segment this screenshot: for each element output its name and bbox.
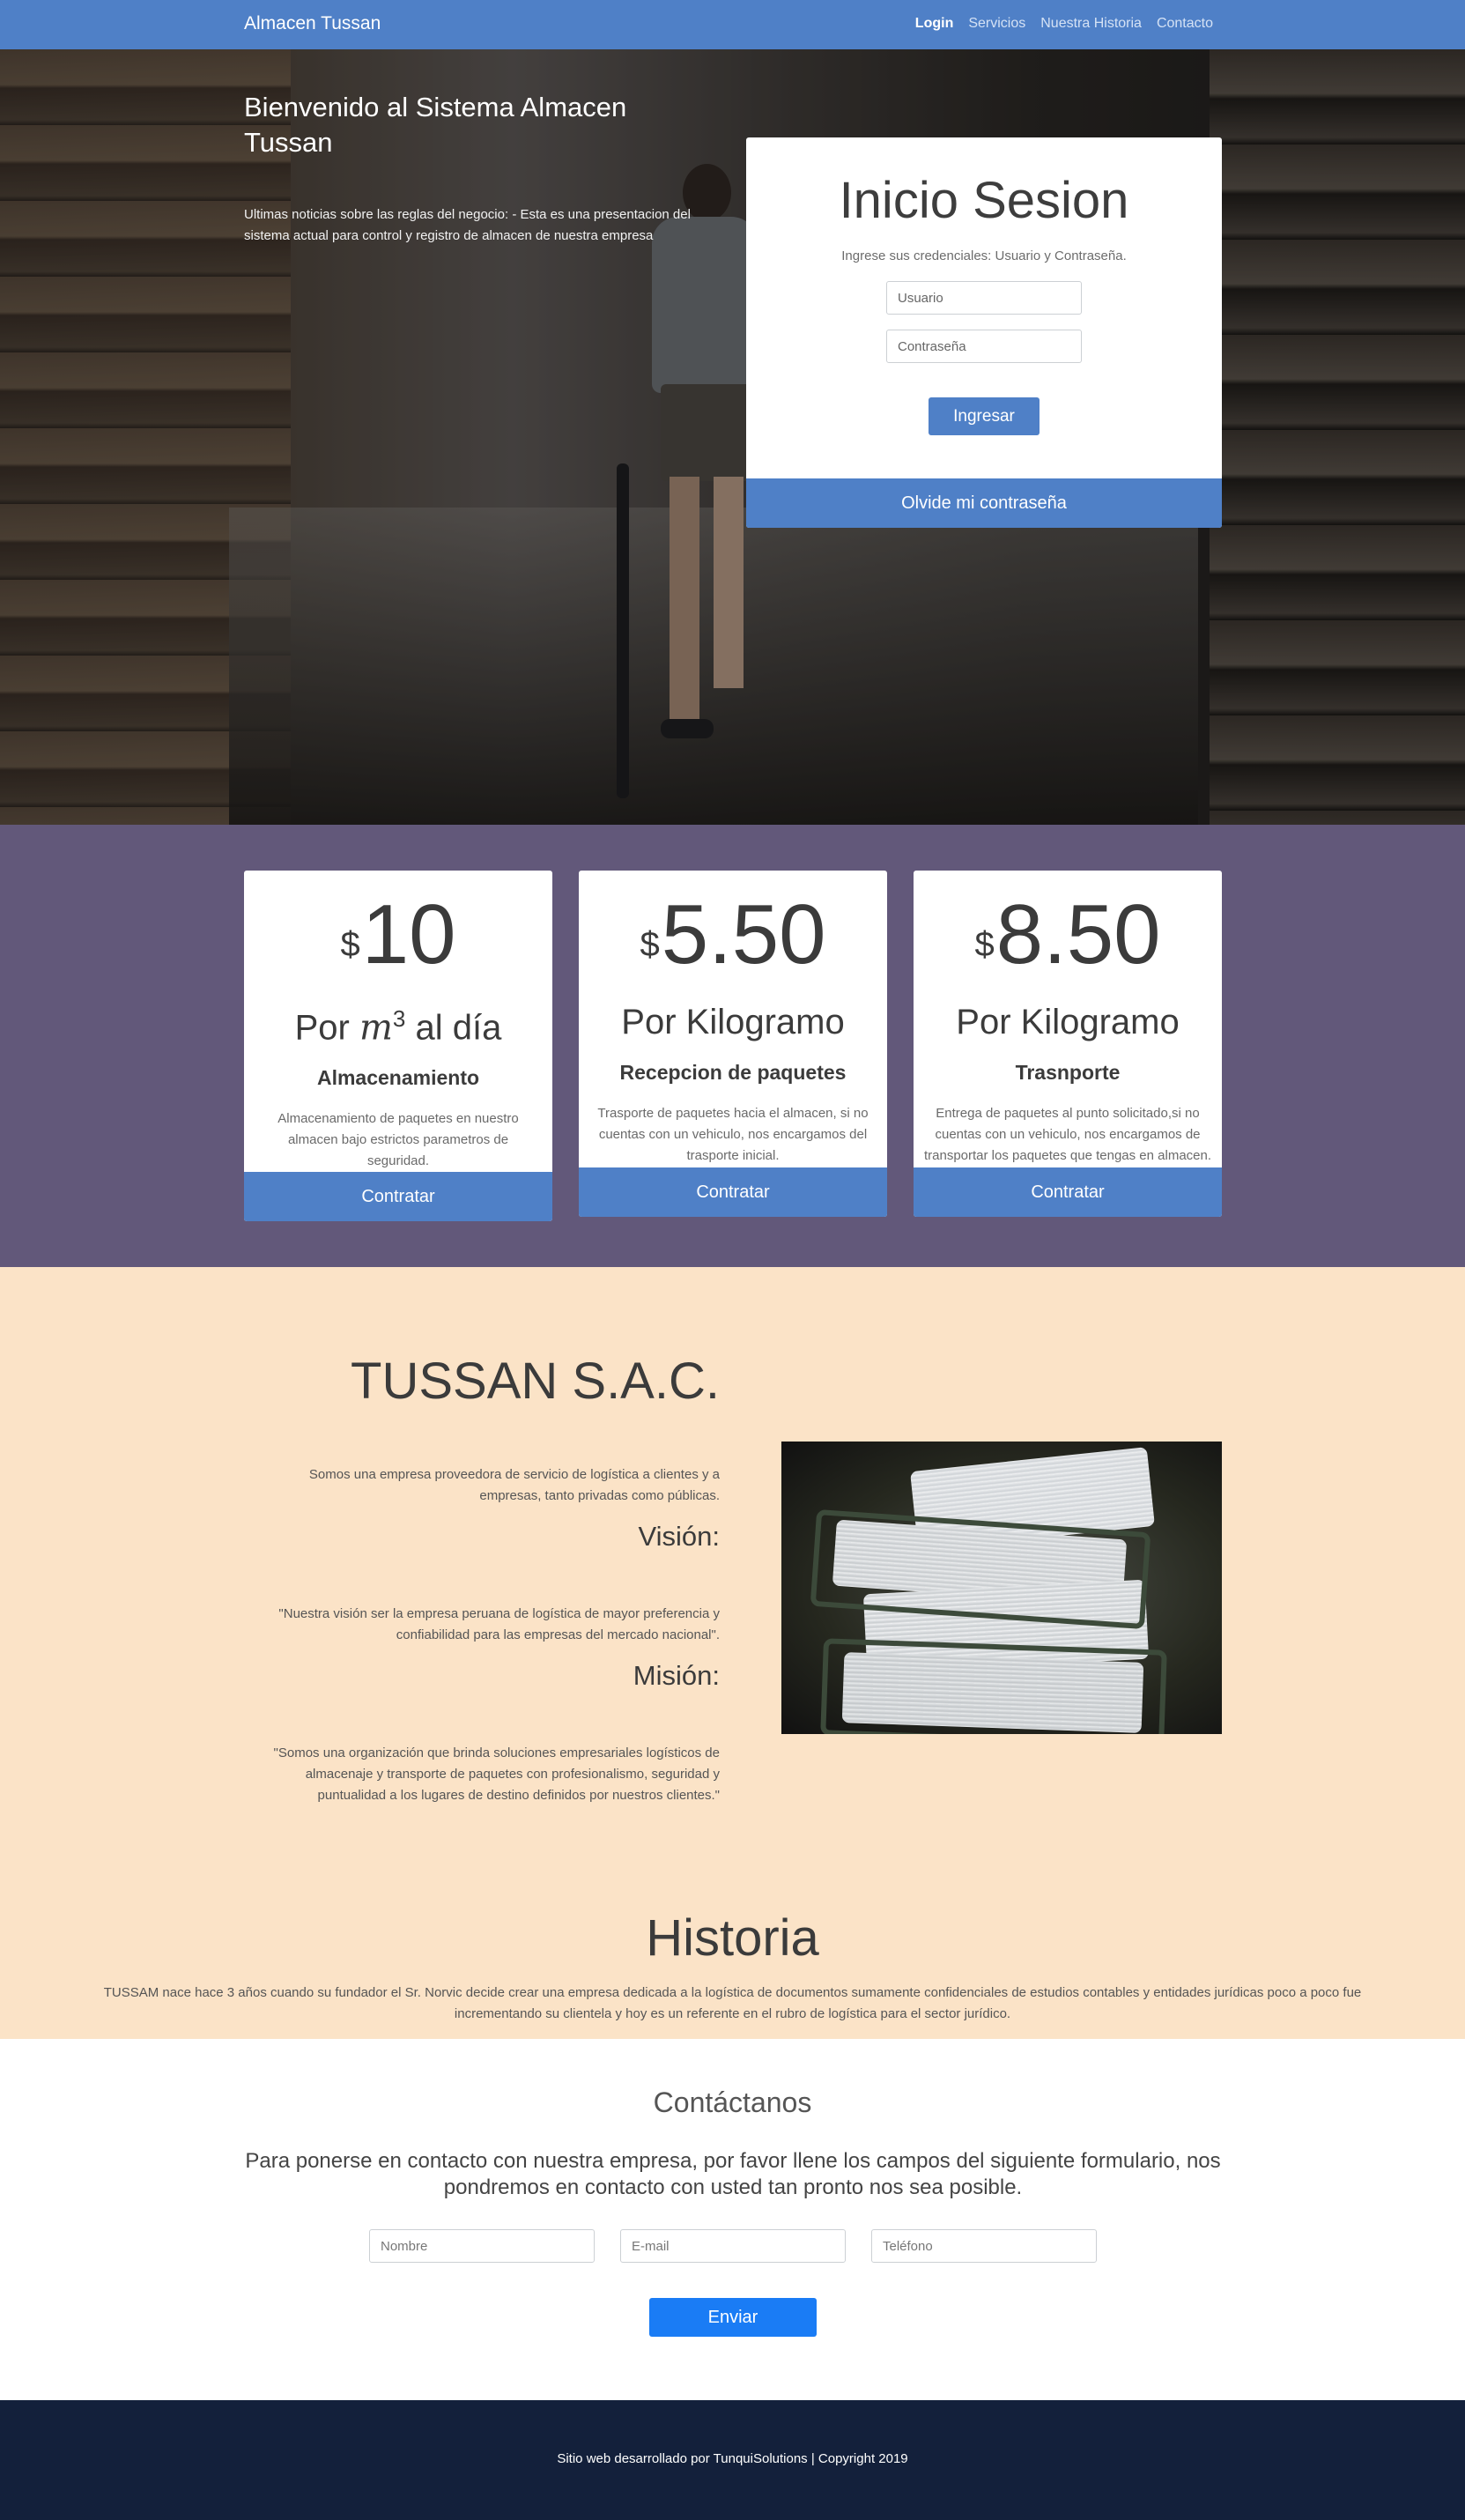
price-unit: Por m3 al día	[294, 1005, 502, 1049]
email-input[interactable]	[620, 2229, 846, 2263]
pricing-card-almacenamiento: $10 Por m3 al día Almacenamiento Almacen…	[244, 871, 552, 1221]
mission-text: "Somos una organización que brinda soluc…	[273, 1745, 720, 1803]
pricing-section: $10 Por m3 al día Almacenamiento Almacen…	[0, 825, 1465, 1267]
price: $8.50	[974, 887, 1161, 982]
binders-image	[781, 1442, 1222, 1734]
footer: Sitio web desarrollado por TunquiSolutio…	[0, 2400, 1465, 2520]
contact-section: Contáctanos Para ponerse en contacto con…	[0, 2039, 1465, 2400]
service-name: Almacenamiento	[316, 1066, 480, 1089]
contact-title: Contáctanos	[653, 2086, 812, 2118]
navbar: Almacen Tussan Login Servicios Nuestra H…	[0, 0, 1465, 49]
price: $10	[340, 887, 456, 982]
price: $5.50	[640, 887, 826, 982]
vision-text: "Nuestra visión ser la empresa peruana d…	[278, 1606, 720, 1642]
hero-news: Ultimas noticias sobre las reglas del ne…	[244, 207, 691, 243]
brand-link[interactable]: Almacen Tussan	[244, 13, 381, 34]
hero-title: Bienvenido al Sistema Almacen Tussan	[244, 92, 627, 158]
contact-text: Para ponerse en contacto con nuestra emp…	[245, 2149, 1221, 2199]
service-description: Entrega de paquetes al punto solicitado,…	[923, 1106, 1212, 1163]
footer-text: Sitio web desarrollado por TunquiSolutio…	[557, 2451, 908, 2466]
pricing-card-transporte: $8.50 Por Kilogramo Trasnporte Entrega d…	[914, 871, 1222, 1217]
nav-link-servicios[interactable]: Servicios	[968, 16, 1025, 32]
forgot-password-button[interactable]: Olvide mi contraseña	[746, 478, 1222, 528]
pricing-card-recepcion: $5.50 Por Kilogramo Recepcion de paquete…	[579, 871, 887, 1217]
password-input[interactable]	[886, 330, 1082, 363]
contratar-button[interactable]: Contratar	[244, 1172, 552, 1221]
about-section: TUSSAN S.A.C. Somos una empresa proveedo…	[0, 1267, 1465, 2039]
nav-link-login[interactable]: Login	[915, 16, 954, 32]
mission-heading: Misión:	[633, 1660, 720, 1691]
nav-link-contacto[interactable]: Contacto	[1157, 16, 1213, 32]
price-unit: Por Kilogramo	[621, 1003, 845, 1041]
username-input[interactable]	[886, 281, 1082, 315]
name-input[interactable]	[369, 2229, 595, 2263]
contratar-button[interactable]: Contratar	[579, 1167, 887, 1217]
login-card: Inicio Sesion Ingrese sus credenciales: …	[746, 137, 1222, 528]
company-intro: Somos una empresa proveedora de servicio…	[308, 1467, 720, 1503]
service-name: Recepcion de paquetes	[619, 1061, 847, 1084]
price-unit: Por Kilogramo	[956, 1003, 1180, 1041]
service-name: Trasnporte	[1015, 1061, 1121, 1084]
service-description: Almacenamiento de paquetes en nuestro al…	[277, 1111, 519, 1168]
vision-heading: Visión:	[638, 1521, 721, 1552]
company-title: TUSSAN S.A.C.	[351, 1353, 720, 1410]
login-button[interactable]: Ingresar	[929, 397, 1040, 435]
contratar-button[interactable]: Contratar	[914, 1167, 1222, 1217]
login-subtitle: Ingrese sus credenciales: Usuario y Cont…	[841, 248, 1127, 263]
nav-link-historia[interactable]: Nuestra Historia	[1040, 16, 1142, 32]
phone-input[interactable]	[871, 2229, 1097, 2263]
send-button[interactable]: Enviar	[649, 2298, 817, 2337]
nav-links: Login Servicios Nuestra Historia Contact…	[915, 16, 1213, 32]
login-title: Inicio Sesion	[839, 172, 1129, 229]
history-title: Historia	[646, 1909, 819, 1967]
hero-section: Bienvenido al Sistema Almacen Tussan Ult…	[0, 49, 1465, 825]
service-description: Trasporte de paquetes hacia el almacen, …	[597, 1106, 869, 1163]
history-text: TUSSAM nace hace 3 años cuando su fundad…	[103, 1985, 1362, 2021]
